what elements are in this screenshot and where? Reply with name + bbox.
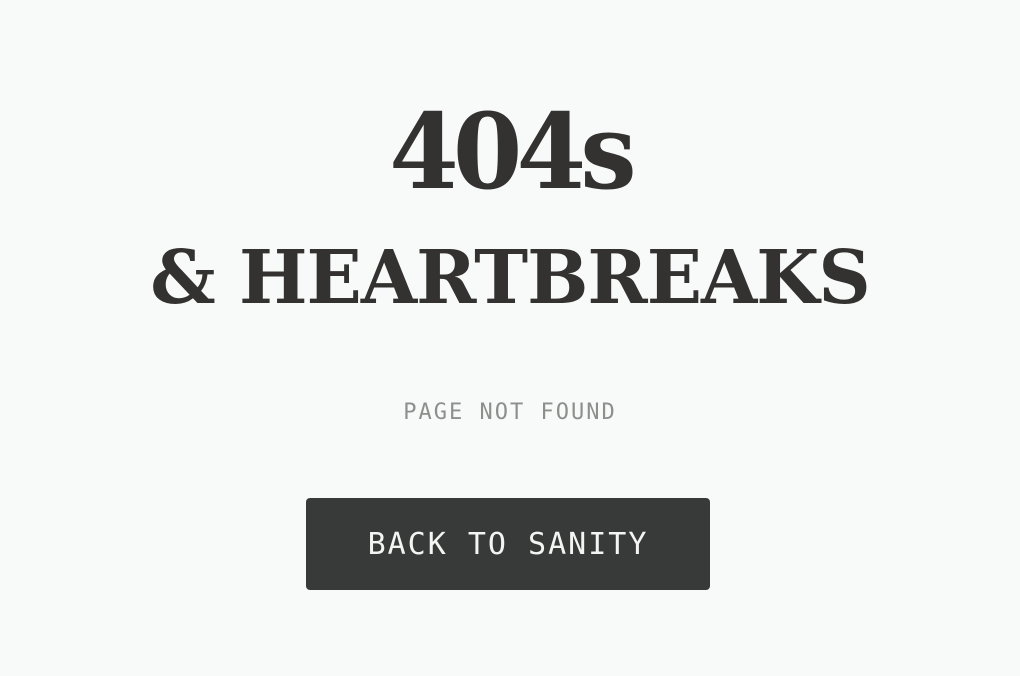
error-code-heading: 404s <box>389 90 636 213</box>
back-to-sanity-button[interactable]: BACK TO SANITY <box>306 498 710 590</box>
error-page: 404s & HEARTBREAKS PAGE NOT FOUND BACK T… <box>0 0 1020 676</box>
page-not-found-message: PAGE NOT FOUND <box>403 400 617 425</box>
error-tagline-heading: & HEARTBREAKS <box>150 235 870 321</box>
